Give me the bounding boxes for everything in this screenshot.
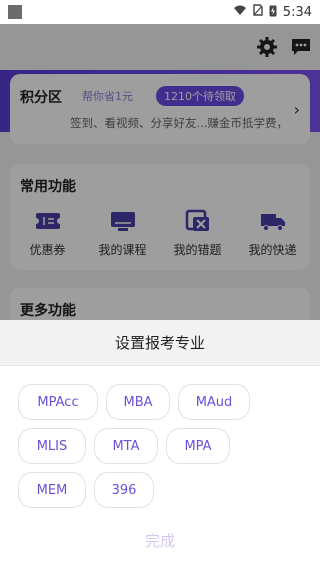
done-button[interactable]: 完成 bbox=[0, 530, 320, 551]
battery-charging-icon bbox=[269, 4, 277, 21]
major-chip[interactable]: MPAcc bbox=[18, 384, 98, 420]
major-chip[interactable]: MPA bbox=[166, 428, 230, 464]
no-sim-icon bbox=[253, 4, 263, 20]
major-chip[interactable]: MEM bbox=[18, 472, 86, 508]
notification-app-icon bbox=[8, 5, 22, 19]
wifi-icon bbox=[233, 4, 247, 20]
major-chip[interactable]: MTA bbox=[94, 428, 158, 464]
major-chip[interactable]: MLIS bbox=[18, 428, 86, 464]
major-chip[interactable]: MBA bbox=[106, 384, 170, 420]
sheet-title: 设置报考专业 bbox=[0, 320, 320, 366]
major-selection-sheet: 设置报考专业 MPAcc MBA MAud MLIS MTA MPA MEM 3… bbox=[0, 320, 320, 569]
clock-time: 5:34 bbox=[282, 4, 312, 20]
major-chip[interactable]: MAud bbox=[178, 384, 250, 420]
status-bar: 5:34 bbox=[0, 0, 320, 24]
major-chip[interactable]: 396 bbox=[94, 472, 154, 508]
